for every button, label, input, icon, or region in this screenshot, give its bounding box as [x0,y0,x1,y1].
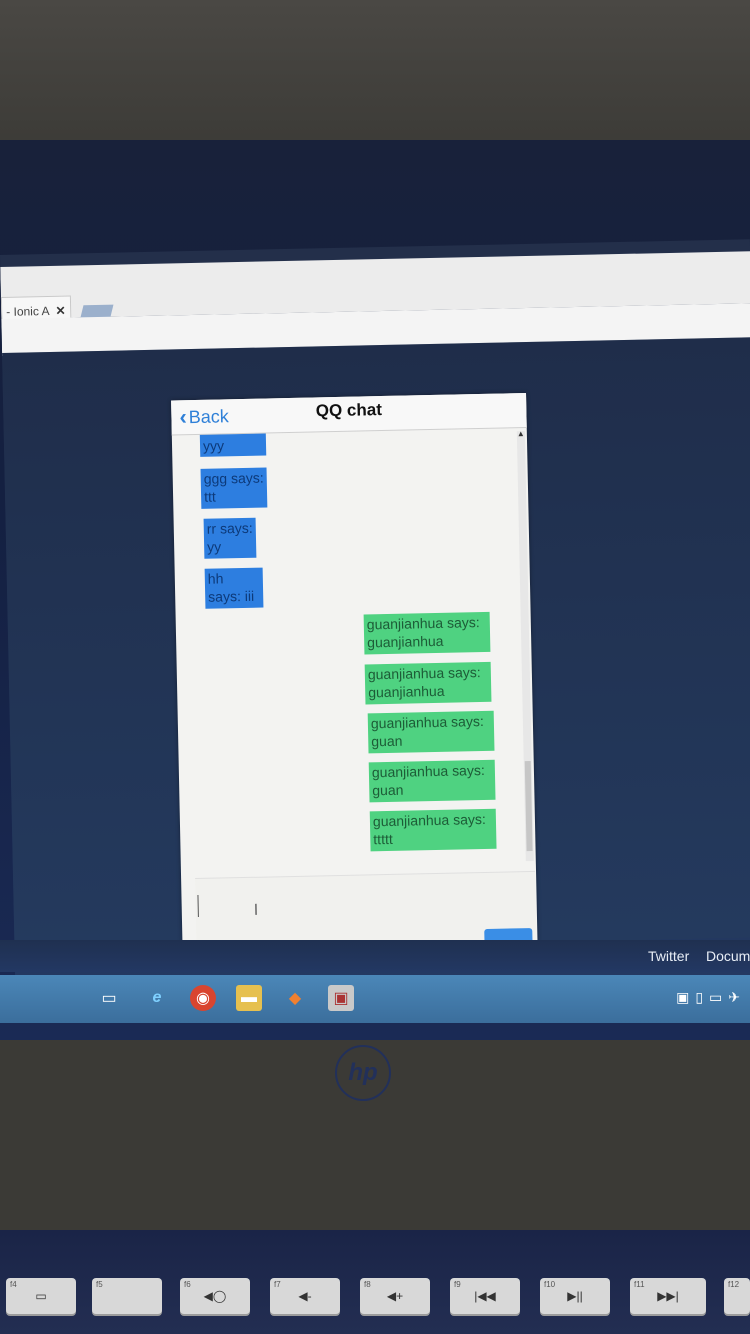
keyboard: f4 ▭ f5 f6 ◀◯ f7 ◀- f8 ◀+ f9 |◀◀ f10 ▶|| f11 ▶▶… [0,1230,750,1334]
ionic-app-frame: ‹ Back QQ chat yyy ggg says: ttt rr says… [171,393,538,950]
file-explorer-icon[interactable]: ▬ [236,985,262,1011]
message-input[interactable]: I [195,870,537,950]
key-f12[interactable]: f12 [724,1278,750,1314]
browser-tab-label: - Ionic A [6,303,50,319]
app-icon[interactable]: ▣ [328,985,354,1011]
edge-icon[interactable]: e [144,985,170,1011]
key-f7[interactable]: f7 ◀- [270,1278,340,1314]
windows-taskbar: ▭ e ◉ ▬ ◆ ▣ ▣▯▭✈ [0,975,750,1023]
bookmark-twitter[interactable]: Twitter [648,948,689,964]
close-icon[interactable]: ✕ [55,304,65,318]
page-title: QQ chat [315,400,383,421]
bookmark-documents[interactable]: Docum [706,948,750,964]
chat-message-left: rr says: yy [203,517,257,559]
key-f9[interactable]: f9 |◀◀ [450,1278,520,1314]
hp-logo: hp [335,1045,391,1101]
bookmarks-bar: Twitter Docum [0,940,750,972]
chat-message-right: guanjianhua says: guan [367,710,495,754]
system-tray[interactable]: ▣▯▭✈ [676,989,746,1006]
text-caret [197,894,199,918]
key-f10[interactable]: f10 ▶|| [540,1278,610,1314]
chat-message-right: guanjianhua says: guan [368,759,496,803]
chat-message-left: hh says: iii [204,567,264,609]
scrollbar-thumb[interactable] [524,760,533,852]
key-f4[interactable]: f4 ▭ [6,1278,76,1314]
key-f6[interactable]: f6 ◀◯ [180,1278,250,1314]
task-view-icon[interactable]: ▭ [96,985,122,1011]
chat-message-right: guanjianhua says: guanjianhua [363,611,491,655]
key-f8[interactable]: f8 ◀+ [360,1278,430,1314]
text-cursor-icon: I [253,901,259,919]
laptop-screen: - Ionic A ✕ ‹ Back QQ chat yyy ggg says:… [0,239,750,1015]
key-f11[interactable]: f11 ▶▶| [630,1278,706,1314]
chat-message-right: guanjianhua says: guanjianhua [364,661,492,705]
chat-list[interactable]: yyy ggg says: ttt rr says: yy hh says: i… [172,428,525,875]
chat-message-left: ggg says: ttt [200,467,268,509]
scroll-up-icon[interactable]: ▲ [517,429,525,438]
key-f5[interactable]: f5 [92,1278,162,1314]
chat-message-right: guanjianhua says: ttttt [369,808,497,852]
git-icon[interactable]: ◆ [282,985,308,1011]
chrome-icon[interactable]: ◉ [190,985,216,1011]
